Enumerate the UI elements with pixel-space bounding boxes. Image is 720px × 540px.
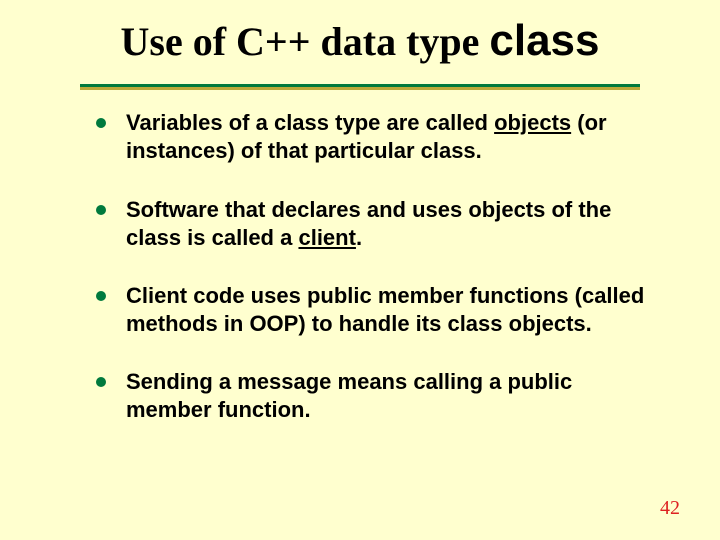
text-run: Sending a message means calling a public… (126, 369, 572, 422)
content-area: Variables of a class type are called obj… (0, 87, 720, 424)
slide: Use of C++ data type class Variables of … (0, 0, 720, 540)
title-code-word: class (489, 16, 599, 65)
underlined-text: client (298, 225, 355, 250)
list-item: Sending a message means calling a public… (96, 368, 656, 424)
underlined-text: objects (494, 110, 571, 135)
text-run: Variables of a class type are called (126, 110, 494, 135)
title-prefix: Use of C++ data type (121, 19, 490, 64)
list-item: Variables of a class type are called obj… (96, 109, 656, 165)
page-number: 42 (660, 497, 680, 520)
bullet-list: Variables of a class type are called obj… (96, 109, 656, 424)
list-item: Software that declares and uses objects … (96, 196, 656, 252)
text-run: Client code uses public member functions… (126, 283, 644, 336)
text-run: . (356, 225, 362, 250)
slide-title: Use of C++ data type class (0, 0, 720, 64)
list-item: Client code uses public member functions… (96, 282, 656, 338)
text-run: Software that declares and uses objects … (126, 197, 611, 250)
